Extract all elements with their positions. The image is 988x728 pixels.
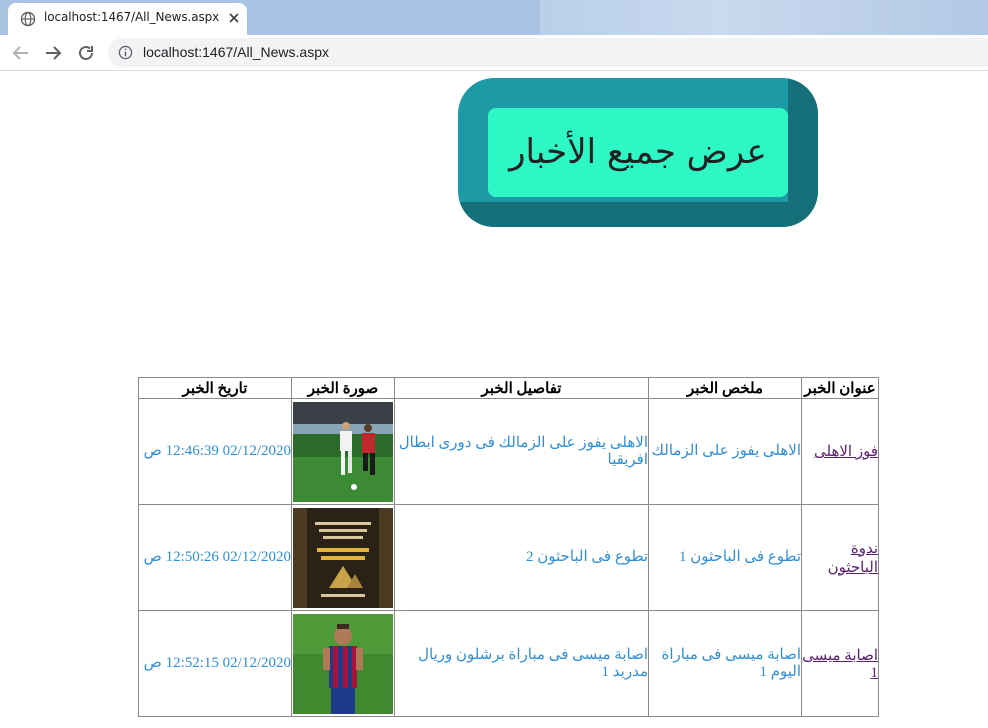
- reload-icon[interactable]: [74, 41, 98, 65]
- header-title: عنوان الخبر: [801, 377, 879, 399]
- page-title: عرض جميع الأخبار: [509, 132, 767, 172]
- cell-image: [291, 610, 395, 717]
- browser-toolbar: localhost:1467/All_News.aspx: [0, 35, 988, 71]
- cell-summary: اصابة ميسى فى مباراة اليوم 1: [648, 610, 802, 717]
- forward-arrow-icon[interactable]: [41, 41, 65, 65]
- tab-title: localhost:1467/All_News.aspx: [44, 10, 220, 24]
- cell-summary: الاهلى يفوز على الزمالك: [648, 398, 802, 505]
- header-date: تاريخ الخبر: [138, 377, 292, 399]
- news-title-link[interactable]: ندوة الباحثون: [828, 541, 878, 576]
- header-details: تفاصيل الخبر: [394, 377, 649, 399]
- table-header-row: عنوان الخبر ملخص الخبر تفاصيل الخبر صورة…: [138, 377, 879, 399]
- cell-details: الاهلى يفوز على الزمالك فى دورى ابطال اف…: [394, 398, 649, 505]
- url-text[interactable]: localhost:1467/All_News.aspx: [143, 44, 329, 60]
- news-image: [293, 507, 393, 608]
- cell-image: [291, 504, 395, 611]
- header-image: صورة الخبر: [291, 377, 395, 399]
- news-image: [293, 401, 393, 502]
- header-summary: ملخص الخبر: [648, 377, 802, 399]
- news-table: عنوان الخبر ملخص الخبر تفاصيل الخبر صورة…: [138, 377, 879, 717]
- tab-strip-background: [540, 0, 988, 35]
- table-row: ندوة الباحثون تطوع فى الباحثون 1 تطوع فى…: [138, 504, 879, 611]
- back-arrow-icon[interactable]: [9, 41, 33, 65]
- address-bar[interactable]: localhost:1467/All_News.aspx: [108, 38, 988, 67]
- cell-image: [291, 398, 395, 505]
- cell-title: ندوة الباحثون: [801, 504, 879, 611]
- browser-tab[interactable]: localhost:1467/All_News.aspx: [8, 3, 247, 35]
- cell-date: 02/12/2020 12:46:39 ص: [138, 398, 292, 505]
- news-image: [293, 613, 393, 714]
- heading-frame: عرض جميع الأخبار: [458, 78, 818, 227]
- news-title-link[interactable]: فوز الاهلى: [814, 444, 878, 460]
- info-icon[interactable]: [118, 45, 133, 60]
- cell-title: اصابة ميسى 1: [801, 610, 879, 717]
- cell-title: فوز الاهلى: [801, 398, 879, 505]
- frame-shadow-bottom: [458, 202, 818, 227]
- table-row: اصابة ميسى 1 اصابة ميسى فى مباراة اليوم …: [138, 610, 879, 717]
- news-title-link[interactable]: اصابة ميسى 1: [802, 648, 878, 681]
- cell-details: اصابة ميسى فى مباراة برشلون وريال مدريد …: [394, 610, 649, 717]
- tab-strip: localhost:1467/All_News.aspx: [0, 0, 988, 35]
- table-row: فوز الاهلى الاهلى يفوز على الزمالك الاهل…: [138, 398, 879, 505]
- cell-date: 02/12/2020 12:52:15 ص: [138, 610, 292, 717]
- close-icon[interactable]: [226, 10, 242, 26]
- cell-details: تطوع فى الباحثون 2: [394, 504, 649, 611]
- cell-date: 02/12/2020 12:50:26 ص: [138, 504, 292, 611]
- globe-icon: [20, 11, 36, 27]
- cell-summary: تطوع فى الباحثون 1: [648, 504, 802, 611]
